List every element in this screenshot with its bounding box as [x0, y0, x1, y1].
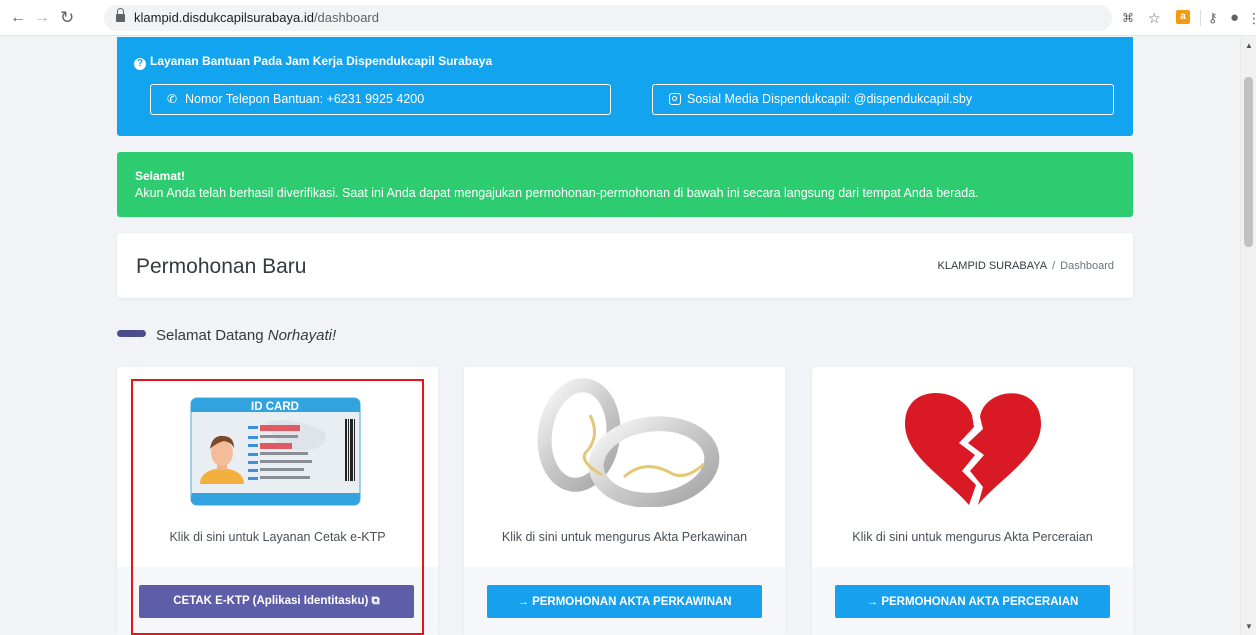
page-scrollbar[interactable]: ▲ ▼ [1240, 37, 1256, 635]
id-card-illustration: ID CARD [190, 397, 361, 506]
profile-icon[interactable]: ● [1230, 9, 1239, 27]
breadcrumb: KLAMPID SURABAYA / Dashboard [937, 260, 1114, 272]
reload-icon[interactable]: ↻ [60, 8, 74, 28]
card-footer: → PERMOHONAN AKTA PERKAWINAN [464, 567, 785, 635]
phone-icon: ✆ [167, 92, 178, 106]
card-caption: Klik di sini untuk mengurus Akta Percera… [852, 530, 1093, 544]
alert-title: Selamat! [135, 169, 186, 183]
welcome-heading: Selamat Datang Norhayati! [117, 326, 336, 346]
verification-success-alert: Selamat! Akun Anda telah berhasil diveri… [117, 152, 1133, 217]
cetak-ektp-button[interactable]: CETAK E-KTP (Aplikasi Identitasku) ⧉ [139, 585, 414, 618]
card-cetak-ektp[interactable]: ID CARD Klik di sini untuk Layanan Cetak… [117, 367, 438, 635]
welcome-pill-decoration [117, 330, 146, 337]
back-arrow-icon[interactable]: ← [10, 8, 26, 28]
breadcrumb-root[interactable]: KLAMPID SURABAYA [937, 260, 1047, 272]
akta-perceraian-button[interactable]: → PERMOHONAN AKTA PERCERAIAN [835, 585, 1110, 618]
phone-help-field[interactable]: ✆ Nomor Telepon Bantuan: +6231 9925 4200 [150, 84, 611, 115]
alert-message: Akun Anda telah berhasil diverifikasi. S… [135, 186, 979, 200]
wedding-rings-illustration [537, 378, 720, 507]
scroll-up-arrow-icon[interactable]: ▲ [1245, 41, 1253, 50]
menu-icon[interactable]: ⋮ [1247, 9, 1256, 27]
card-footer: → PERMOHONAN AKTA PERCERAIAN [812, 567, 1133, 635]
instagram-icon [669, 93, 681, 105]
page-header-card: Permohonan Baru KLAMPID SURABAYA / Dashboa… [117, 233, 1133, 298]
social-media-field[interactable]: Sosial Media Dispendukcapil: @dispendukc… [652, 84, 1114, 115]
card-akta-perkawinan[interactable]: Klik di sini untuk mengurus Akta Perkawi… [464, 367, 785, 635]
key-icon[interactable]: ⚷ [1208, 9, 1218, 27]
question-circle-icon: ? [134, 58, 146, 70]
akta-perkawinan-button[interactable]: → PERMOHONAN AKTA PERKAWINAN [487, 585, 762, 618]
toolbar-divider [1200, 10, 1201, 26]
external-link-icon: ⧉ [371, 595, 380, 607]
translate-icon[interactable]: ⌘ [1122, 9, 1134, 27]
browser-toolbar: ← → ↻ klampid.disdukcapilsurabaya.id/das… [0, 0, 1256, 36]
scrollbar-thumb[interactable] [1244, 77, 1253, 247]
breadcrumb-current: Dashboard [1060, 260, 1114, 272]
card-caption: Klik di sini untuk mengurus Akta Perkawi… [501, 530, 748, 544]
extension-icon[interactable]: a [1176, 10, 1190, 24]
help-info-box: ? Layanan Bantuan Pada Jam Kerja Dispendu… [117, 37, 1133, 136]
user-name: Norhayati! [267, 327, 337, 344]
lock-icon [116, 8, 125, 23]
forward-arrow-icon[interactable]: → [34, 8, 50, 28]
help-title: ? Layanan Bantuan Pada Jam Kerja Dispendu… [134, 54, 492, 70]
address-bar[interactable]: klampid.disdukcapilsurabaya.id/dashboard [104, 5, 1112, 31]
id-card-label: ID CARD [251, 401, 299, 413]
star-icon[interactable]: ☆ [1148, 9, 1161, 27]
page-title: Permohonan Baru [136, 255, 307, 278]
card-caption: Klik di sini untuk Layanan Cetak e-KTP [169, 530, 386, 544]
url-text: klampid.disdukcapilsurabaya.id/dashboard [134, 10, 379, 25]
card-footer: CETAK E-KTP (Aplikasi Identitasku) ⧉ [117, 567, 438, 635]
card-akta-perceraian[interactable]: Klik di sini untuk mengurus Akta Percera… [812, 367, 1133, 635]
scroll-down-arrow-icon[interactable]: ▼ [1245, 622, 1253, 631]
page-content: ? Layanan Bantuan Pada Jam Kerja Dispendu… [0, 37, 1240, 635]
broken-heart-icon [904, 392, 1042, 505]
